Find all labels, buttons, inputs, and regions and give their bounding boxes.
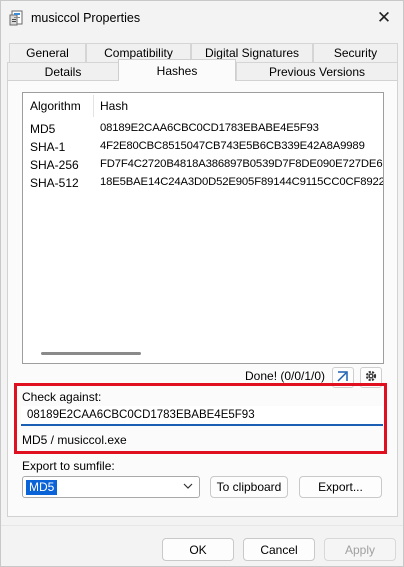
selected-format: MD5 bbox=[26, 480, 58, 495]
list-header: Algorithm Hash bbox=[23, 93, 383, 119]
title-bar[interactable]: musiccol Properties ✕ bbox=[1, 1, 403, 35]
list-item[interactable]: SHA-512 18E5BAE14C24A3D0D52E905F89144C91… bbox=[23, 174, 383, 192]
algorithm-cell: SHA-256 bbox=[30, 158, 79, 172]
ok-button[interactable]: OK bbox=[162, 538, 234, 561]
algorithm-cell: SHA-1 bbox=[30, 140, 66, 154]
list-item[interactable]: SHA-256 FD7F4C2720B4818A386897B0539D7F8D… bbox=[23, 156, 383, 174]
chevron-down-icon bbox=[182, 480, 194, 495]
list-item[interactable]: MD5 08189E2CAA6CBC0CD1783EBABE4E5F93 bbox=[23, 120, 383, 138]
hash-list[interactable]: Algorithm Hash MD5 08189E2CAA6CBC0CD1783… bbox=[22, 92, 384, 364]
list-item[interactable]: SHA-1 4F2E80CBC8515047CB743E5B6CB339E42A… bbox=[23, 138, 383, 156]
hash-cell: 4F2E80CBC8515047CB743E5B6CB339E42A8A9989 bbox=[100, 140, 365, 152]
column-header-hash[interactable]: Hash bbox=[100, 99, 128, 113]
export-format-select[interactable]: MD5 bbox=[22, 476, 200, 498]
tab-hashes[interactable]: Hashes bbox=[118, 59, 236, 81]
tab-previous-versions[interactable]: Previous Versions bbox=[236, 62, 398, 81]
properties-window: musiccol Properties ✕ General Compatibil… bbox=[0, 0, 404, 567]
column-header-algorithm[interactable]: Algorithm bbox=[30, 99, 81, 113]
divider bbox=[1, 525, 403, 526]
algorithm-cell: SHA-512 bbox=[30, 176, 79, 190]
apply-button[interactable]: Apply bbox=[324, 538, 396, 561]
properties-icon bbox=[9, 10, 25, 26]
export-button[interactable]: Export... bbox=[299, 476, 382, 498]
status-text: Done! (0/0/1/0) bbox=[245, 369, 326, 383]
window-title: musiccol Properties bbox=[31, 11, 141, 25]
tab-details[interactable]: Details bbox=[7, 62, 119, 81]
match-result: MD5 / musiccol.exe bbox=[22, 433, 127, 447]
close-icon[interactable]: ✕ bbox=[371, 5, 397, 31]
to-clipboard-button[interactable]: To clipboard bbox=[210, 476, 288, 498]
tab-security[interactable]: Security bbox=[313, 43, 398, 62]
horizontal-scrollbar[interactable] bbox=[41, 352, 141, 355]
export-label: Export to sumfile: bbox=[22, 459, 115, 473]
check-against-label: Check against: bbox=[22, 390, 102, 404]
algorithm-cell: MD5 bbox=[30, 122, 56, 136]
hash-cell: FD7F4C2720B4818A386897B0539D7F8DE090E727… bbox=[100, 158, 384, 170]
cancel-button[interactable]: Cancel bbox=[243, 538, 315, 561]
column-divider[interactable] bbox=[93, 95, 94, 117]
hash-cell: 08189E2CAA6CBC0CD1783EBABE4E5F93 bbox=[100, 122, 319, 134]
tab-general[interactable]: General bbox=[9, 43, 86, 62]
check-against-input[interactable] bbox=[21, 406, 383, 426]
hash-cell: 18E5BAE14C24A3D0D52E905F89144C9115CC0CF8… bbox=[100, 176, 384, 188]
